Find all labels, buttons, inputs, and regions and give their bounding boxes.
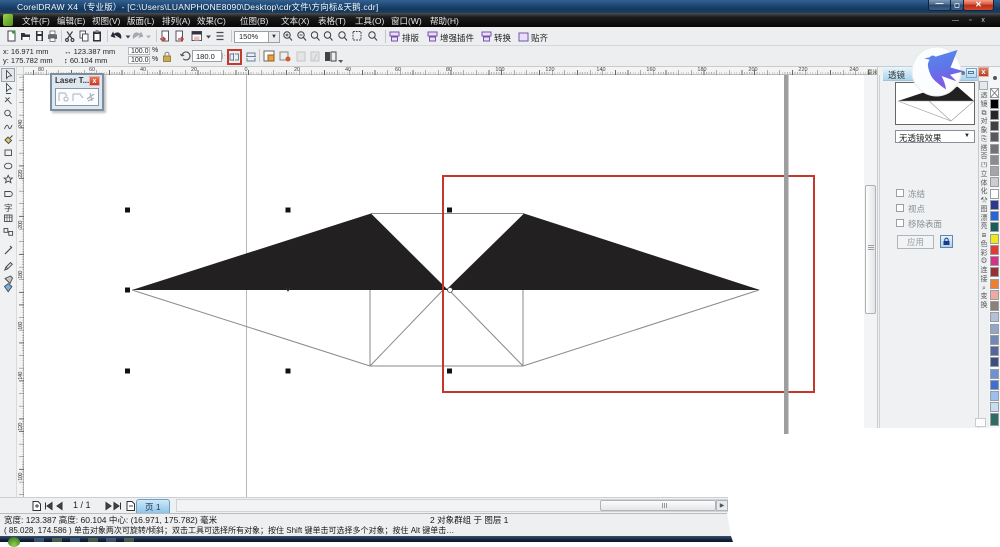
- svg-text:字: 字: [4, 203, 13, 213]
